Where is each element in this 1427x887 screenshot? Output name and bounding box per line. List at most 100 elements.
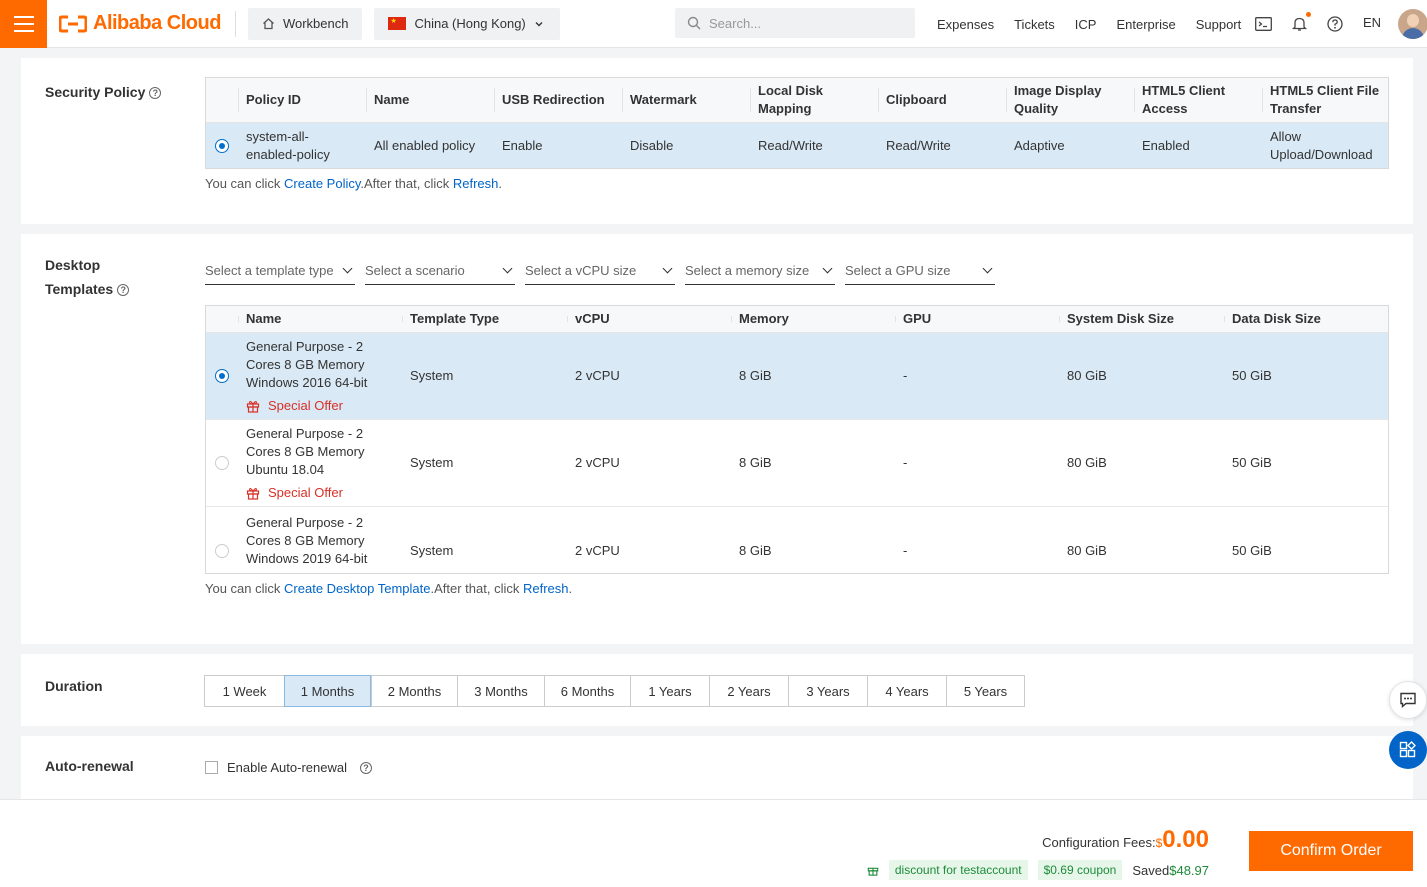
- template-name-cell: General Purpose - 2 Cores 8 GB Memory Wi…: [238, 333, 402, 419]
- html5-file-transfer-cell: Allow Upload/Download: [1270, 128, 1373, 162]
- hint-text: .After that, click: [360, 176, 450, 191]
- duration-option[interactable]: 3 Years: [788, 676, 867, 706]
- table-row[interactable]: General Purpose - 2 Cores 8 GB Memory Wi…: [206, 333, 1388, 420]
- saved-label: Saved: [1132, 862, 1170, 878]
- duration-option[interactable]: 3 Months: [457, 676, 544, 706]
- html5-access-cell: Enabled: [1142, 137, 1190, 153]
- template-name-cell: General Purpose - 2 Cores 8 GB Memory Ub…: [238, 420, 402, 506]
- menu-icon[interactable]: [0, 0, 47, 48]
- info-icon[interactable]: ?: [359, 761, 372, 774]
- template-type-select[interactable]: Select a template type: [205, 257, 355, 285]
- chevron-down-icon: [535, 21, 543, 26]
- divider: [234, 10, 236, 37]
- apps-button[interactable]: [1389, 731, 1427, 769]
- alibaba-cloud-logo-icon: [59, 15, 87, 32]
- refresh-link[interactable]: Refresh: [453, 176, 499, 191]
- memory-cell: 8 GiB: [739, 455, 772, 470]
- gift-icon: [246, 487, 260, 500]
- duration-option[interactable]: 2 Months: [371, 676, 457, 706]
- template-name: General Purpose - 2 Cores 8 GB Memory Wi…: [246, 338, 368, 390]
- template-name: General Purpose - 2 Cores 8 GB Memory Wi…: [246, 515, 368, 566]
- nav-tickets[interactable]: Tickets: [1014, 17, 1055, 32]
- column-header: Name: [366, 78, 494, 122]
- chevron-down-icon: [982, 263, 993, 274]
- avatar[interactable]: [1398, 9, 1427, 39]
- template-filters: Select a template type Select a scenario…: [205, 257, 995, 285]
- create-desktop-template-link[interactable]: Create Desktop Template: [284, 581, 430, 596]
- apps-grid-icon: [1399, 741, 1416, 758]
- create-policy-link[interactable]: Create Policy: [284, 176, 360, 191]
- vcpu-select[interactable]: Select a vCPU size: [525, 257, 675, 285]
- saved-amount: Saved$48.97: [1132, 863, 1209, 878]
- column-header: Policy ID: [238, 78, 366, 122]
- table-header: Policy ID Name USB Redirection Watermark…: [206, 78, 1388, 123]
- gpu-select[interactable]: Select a GPU size: [845, 257, 995, 285]
- select-placeholder: Select a template type: [205, 263, 334, 278]
- refresh-link[interactable]: Refresh: [523, 581, 569, 596]
- table-row[interactable]: General Purpose - 2 Cores 8 GB Memory Wi…: [206, 507, 1388, 573]
- header-select-cell: [206, 78, 238, 122]
- watermark-cell: Disable: [630, 137, 674, 153]
- duration-option-selected[interactable]: 1 Months: [284, 675, 371, 707]
- region-label: China (Hong Kong): [414, 16, 526, 31]
- header-select-cell: [206, 306, 238, 332]
- confirm-order-button[interactable]: Confirm Order: [1249, 831, 1413, 871]
- duration-option[interactable]: 4 Years: [867, 676, 946, 706]
- hint-text: .After that, click: [430, 581, 520, 596]
- duration-option[interactable]: 5 Years: [946, 676, 1024, 706]
- chevron-down-icon: [502, 263, 513, 274]
- info-icon[interactable]: ?: [117, 284, 130, 297]
- nav-support[interactable]: Support: [1196, 17, 1242, 32]
- info-icon[interactable]: ?: [149, 87, 162, 100]
- scenario-select[interactable]: Select a scenario: [365, 257, 515, 285]
- terminal-icon[interactable]: [1254, 15, 1272, 33]
- duration-option[interactable]: 1 Week: [205, 676, 284, 706]
- bell-icon[interactable]: [1290, 12, 1311, 33]
- special-offer-label: Special Offer: [268, 484, 343, 500]
- duration-option[interactable]: 6 Months: [544, 676, 630, 706]
- select-placeholder: Select a vCPU size: [525, 263, 637, 278]
- table-row[interactable]: system-all-enabled-policy All enabled po…: [206, 123, 1388, 168]
- row-select-cell: [206, 420, 238, 506]
- region-selector[interactable]: China (Hong Kong): [374, 7, 560, 40]
- language-switch[interactable]: EN: [1363, 15, 1381, 30]
- help-icon[interactable]: [1326, 15, 1344, 33]
- duration-option[interactable]: 1 Years: [630, 676, 709, 706]
- policy-radio[interactable]: [215, 138, 229, 153]
- duration-option[interactable]: 2 Years: [709, 676, 788, 706]
- template-radio[interactable]: [215, 456, 229, 470]
- desktop-templates-section: Desktop Templates? Select a template typ…: [21, 234, 1413, 644]
- data-disk-cell: 50 GiB: [1232, 455, 1272, 470]
- desktop-templates-title: Desktop Templates?: [45, 253, 130, 301]
- security-policy-section: Security Policy? Policy ID Name USB Redi…: [21, 58, 1413, 224]
- column-header: USB Redirection: [494, 78, 622, 122]
- feedback-chat-button[interactable]: [1389, 681, 1427, 719]
- template-radio[interactable]: [215, 369, 229, 383]
- template-name: General Purpose - 2 Cores 8 GB Memory Ub…: [246, 425, 365, 477]
- template-radio[interactable]: [215, 544, 229, 558]
- nav-icp[interactable]: ICP: [1075, 17, 1097, 32]
- auto-renewal-control: Enable Auto-renewal ?: [205, 760, 372, 775]
- nav-enterprise[interactable]: Enterprise: [1116, 17, 1175, 32]
- system-disk-cell: 80 GiB: [1067, 543, 1107, 558]
- fees-label: Configuration Fees:: [1042, 835, 1156, 850]
- template-hint: You can click Create Desktop Template.Af…: [205, 581, 572, 596]
- special-offer-label: Special Offer: [268, 397, 343, 413]
- top-icon-group: [1254, 0, 1344, 48]
- nav-expenses[interactable]: Expenses: [937, 17, 994, 32]
- alibaba-cloud-logo[interactable]: Alibaba Cloud: [59, 0, 221, 48]
- auto-renewal-label: Enable Auto-renewal: [227, 760, 347, 775]
- auto-renewal-checkbox[interactable]: [205, 761, 218, 774]
- auto-renewal-title: Auto-renewal: [45, 758, 134, 774]
- fees-amount: 0.00: [1162, 826, 1209, 853]
- column-header: Template Type: [402, 306, 567, 332]
- desktop-templates-title-line: Templates: [45, 281, 114, 297]
- vcpu-cell: 2 vCPU: [575, 543, 620, 558]
- memory-select[interactable]: Select a memory size: [685, 257, 835, 285]
- search-input[interactable]: Search...: [675, 8, 915, 38]
- system-disk-cell: 80 GiB: [1067, 368, 1107, 383]
- policy-name-cell: All enabled policy: [374, 137, 476, 153]
- table-row[interactable]: General Purpose - 2 Cores 8 GB Memory Ub…: [206, 420, 1388, 507]
- workbench-button[interactable]: Workbench: [247, 7, 363, 40]
- memory-cell: 8 GiB: [739, 543, 772, 558]
